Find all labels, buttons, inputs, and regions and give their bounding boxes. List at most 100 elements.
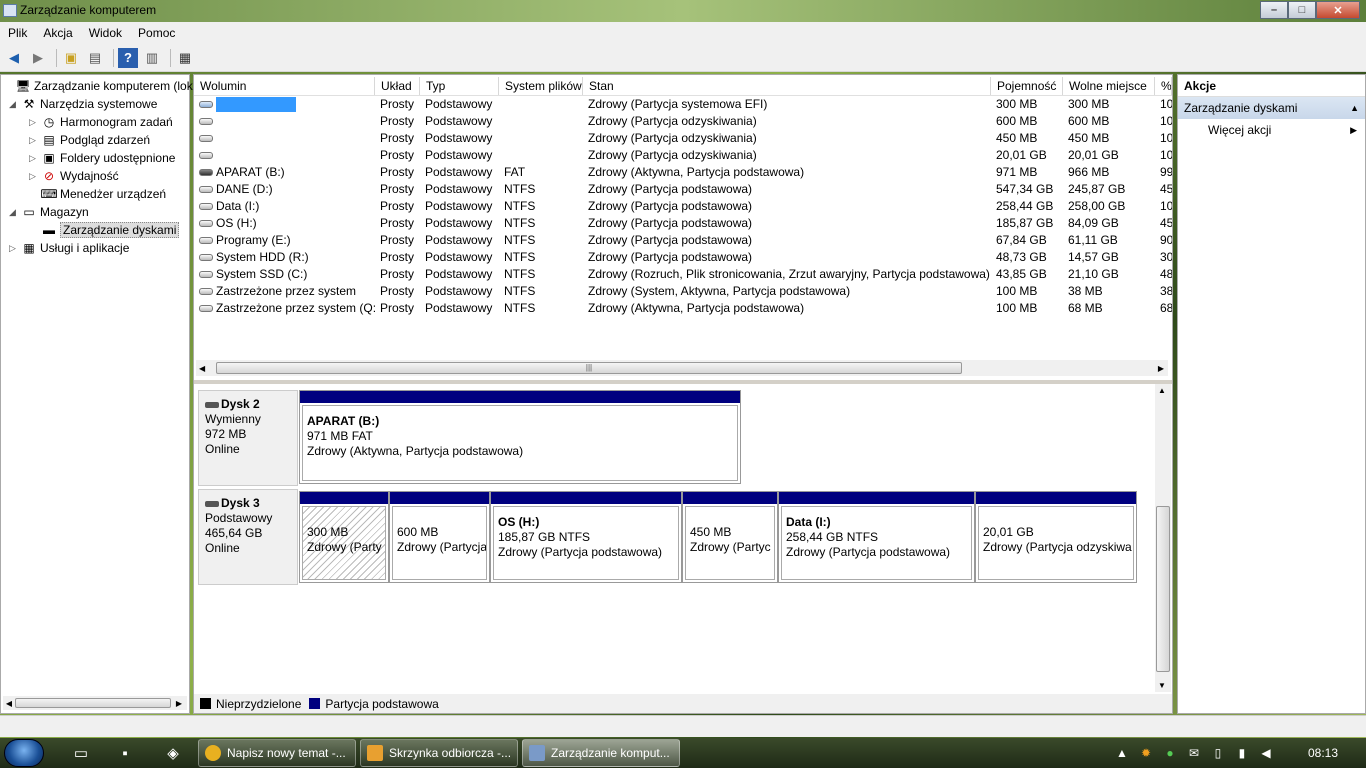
show-hide-tree-icon[interactable]: ▤ — [85, 48, 105, 68]
tree-item-services-applications[interactable]: ▷ ▦ Usługi i aplikacje — [9, 239, 129, 257]
tree-item-performance[interactable]: ▷ ⊘ Wydajność — [29, 167, 119, 185]
partition-data-i[interactable]: Data (I:) 258,44 GB NTFS Zdrowy (Partycj… — [778, 491, 975, 583]
tree-item-storage[interactable]: ◢ ▭ Magazyn — [9, 203, 89, 221]
tray-green-icon[interactable]: ● — [1161, 744, 1179, 762]
tree-item-task-scheduler[interactable]: ▷ ◷ Harmonogram zadań — [29, 113, 173, 131]
tree-item-computer-management[interactable]: 🖥 Zarządzanie komputerem (lokal — [3, 77, 202, 95]
disk-label-disk-3[interactable]: Dysk 3 Podstawowy 465,64 GB Online — [198, 489, 298, 585]
expand-icon[interactable]: ▷ — [29, 153, 41, 164]
mail-icon[interactable]: ✉ — [1185, 744, 1203, 762]
tree-item-system-tools[interactable]: ◢ ⚒ Narzędzia systemowe — [9, 95, 157, 113]
partition-recovery-450mb[interactable]: 450 MB Zdrowy (Partyc — [682, 491, 778, 583]
volume-row[interactable]: DANE (D:) Prosty Podstawowy NTFS Zdrowy (Par… — [194, 181, 1172, 198]
volume-row[interactable]: Prosty Podstawowy Zdrowy (Partycja odzyski… — [194, 130, 1172, 147]
volume-row[interactable]: Data (I:) Prosty Podstawowy NTFS Zdrowy (Par… — [194, 198, 1172, 215]
cell-type: Podstawowy — [425, 97, 493, 111]
volume-icon[interactable]: ◀ — [1257, 744, 1275, 762]
window-titlebar[interactable]: Zarządzanie komputerem – □ ✕ — [0, 0, 1366, 22]
volume-row[interactable]: Programy (E:) Prosty Podstawowy NTFS Zdrowy … — [194, 232, 1172, 249]
scroll-up-icon[interactable]: ▲ — [1158, 386, 1166, 395]
volume-row[interactable]: Prosty Podstawowy Zdrowy (Partycja odzyski… — [194, 113, 1172, 130]
menu-view[interactable]: Widok — [81, 26, 130, 40]
close-button[interactable]: ✕ — [1316, 1, 1360, 19]
expand-icon[interactable]: ▷ — [29, 171, 41, 182]
collapse-up-icon[interactable]: ▲ — [1350, 97, 1359, 119]
scroll-thumb[interactable] — [1156, 506, 1170, 672]
tree-item-device-manager[interactable]: ⌨ Menedżer urządzeń — [29, 185, 166, 203]
tree-horizontal-scrollbar[interactable]: ◀ ▶ — [3, 696, 187, 710]
scroll-thumb[interactable]: ||| — [216, 362, 962, 374]
scroll-left-icon[interactable]: ◀ — [199, 364, 205, 373]
partition-os-h[interactable]: OS (H:) 185,87 GB NTFS Zdrowy (Partycja … — [490, 491, 682, 583]
show-hidden-icons-icon[interactable]: ▲ — [1113, 744, 1131, 762]
volume-row[interactable]: Zastrzeżone przez system Prosty Podstawowy… — [194, 283, 1172, 300]
partition-aparat-b[interactable]: APARAT (B:) 971 MB FAT Zdrowy (Aktywna, … — [299, 390, 741, 484]
more-actions-item[interactable]: Więcej akcji ▶ — [1178, 119, 1365, 141]
column-header-capacity[interactable]: Pojemność — [991, 77, 1063, 95]
device-icon[interactable]: ▯ — [1209, 744, 1227, 762]
scroll-down-icon[interactable]: ▼ — [1158, 681, 1166, 690]
scroll-left-icon[interactable]: ◀ — [3, 699, 15, 708]
column-header-type[interactable]: Typ — [420, 77, 499, 95]
column-header-volume[interactable]: Wolumin — [194, 77, 375, 95]
scroll-right-icon[interactable]: ▶ — [1158, 364, 1164, 373]
menu-help[interactable]: Pomoc — [130, 26, 183, 40]
collapse-icon[interactable]: ◢ — [9, 207, 21, 218]
menu-action[interactable]: Akcja — [35, 26, 80, 40]
signal-strength-icon[interactable]: ▮ — [1233, 744, 1251, 762]
partition-recovery-600mb[interactable]: 600 MB Zdrowy (Partycja — [389, 491, 490, 583]
back-arrow-icon[interactable]: ◀ — [4, 48, 24, 68]
volume-row[interactable]: Prosty Podstawowy Zdrowy (Partycja odzyski… — [194, 147, 1172, 164]
column-header-percent-free[interactable]: % — [1155, 77, 1172, 95]
start-button[interactable] — [4, 739, 44, 767]
taskbar-item-browser[interactable]: Napisz nowy temat -... — [198, 739, 356, 767]
tree-item-shared-folders[interactable]: ▷ ▣ Foldery udostępnione — [29, 149, 175, 167]
partition-recovery-20gb[interactable]: 20,01 GB Zdrowy (Partycja odzyskiwa — [975, 491, 1137, 583]
show-hide-action-pane-icon[interactable]: ▥ — [142, 48, 162, 68]
explorer-icon[interactable]: ▭ — [70, 742, 92, 764]
partition-color-bar — [390, 492, 489, 504]
taskbar-item-computer-management[interactable]: Zarządzanie komput... — [522, 739, 680, 767]
expand-icon[interactable]: ▷ — [9, 243, 21, 254]
cell-free-space: 38 MB — [1068, 284, 1103, 298]
volume-row[interactable]: System HDD (R:) Prosty Podstawowy NTFS Zdrow… — [194, 249, 1172, 266]
tree-item-disk-management[interactable]: ▬ Zarządzanie dyskami — [29, 221, 180, 239]
network-icon[interactable]: ◈ — [162, 742, 184, 764]
volume-row[interactable]: Zastrzeżone przez system (Q:) Prosty Podst… — [194, 300, 1172, 317]
volume-row[interactable]: System SSD (C:) Prosty Podstawowy NTFS Zdrow… — [194, 266, 1172, 283]
device-manager-icon: ⌨ — [40, 187, 58, 201]
scroll-thumb[interactable] — [15, 698, 171, 708]
up-folder-icon[interactable]: ▣ — [61, 48, 81, 68]
clock[interactable]: 08:13 — [1308, 746, 1338, 760]
volume-icon — [199, 152, 213, 160]
volume-row[interactable]: OS (H:) Prosty Podstawowy NTFS Zdrowy (Party… — [194, 215, 1172, 232]
volume-list-horizontal-scrollbar[interactable]: ◀ ||| ▶ — [196, 360, 1168, 376]
tree-item-event-viewer[interactable]: ▷ ▤ Podgląd zdarzeń — [29, 131, 150, 149]
save-disk-icon[interactable]: ▪ — [114, 742, 136, 764]
column-header-filesystem[interactable]: System plików — [499, 77, 583, 95]
maximize-button[interactable]: □ — [1288, 1, 1316, 19]
actions-section-disk-management[interactable]: Zarządzanie dyskami ▲ — [1178, 97, 1365, 119]
cell-capacity: 67,84 GB — [996, 233, 1047, 247]
menu-file[interactable]: Plik — [0, 26, 35, 40]
column-header-free-space[interactable]: Wolne miejsce — [1063, 77, 1155, 95]
collapse-icon[interactable]: ◢ — [9, 99, 21, 110]
cell-filesystem — [499, 147, 583, 164]
volume-row[interactable]: APARAT (B:) Prosty Podstawowy FAT Zdrowy (Ak… — [194, 164, 1172, 181]
scroll-right-icon[interactable]: ▶ — [171, 699, 187, 708]
column-header-status[interactable]: Stan — [583, 77, 991, 95]
help-icon[interactable]: ? — [118, 47, 138, 68]
disk-icon — [205, 401, 219, 408]
forward-arrow-icon[interactable]: ▶ — [28, 48, 48, 68]
column-header-layout[interactable]: Układ — [375, 77, 420, 95]
taskbar-item-mail[interactable]: Skrzynka odbiorcza -... — [360, 739, 518, 767]
partition-efi-300mb[interactable]: 300 MB Zdrowy (Party — [299, 491, 389, 583]
tray-app-icon[interactable]: ✹ — [1137, 744, 1155, 762]
minimize-button[interactable]: – — [1260, 1, 1288, 19]
volume-row[interactable]: Prosty Podstawowy Zdrowy (Partycja systemo… — [194, 96, 1172, 113]
disk-view-vertical-scrollbar[interactable]: ▲ ▼ — [1155, 384, 1171, 692]
expand-icon[interactable]: ▷ — [29, 135, 41, 146]
expand-icon[interactable]: ▷ — [29, 117, 41, 128]
disk-label-disk-2[interactable]: Dysk 2 Wymienny 972 MB Online — [198, 390, 298, 486]
properties-icon[interactable]: ▦ — [175, 48, 195, 68]
